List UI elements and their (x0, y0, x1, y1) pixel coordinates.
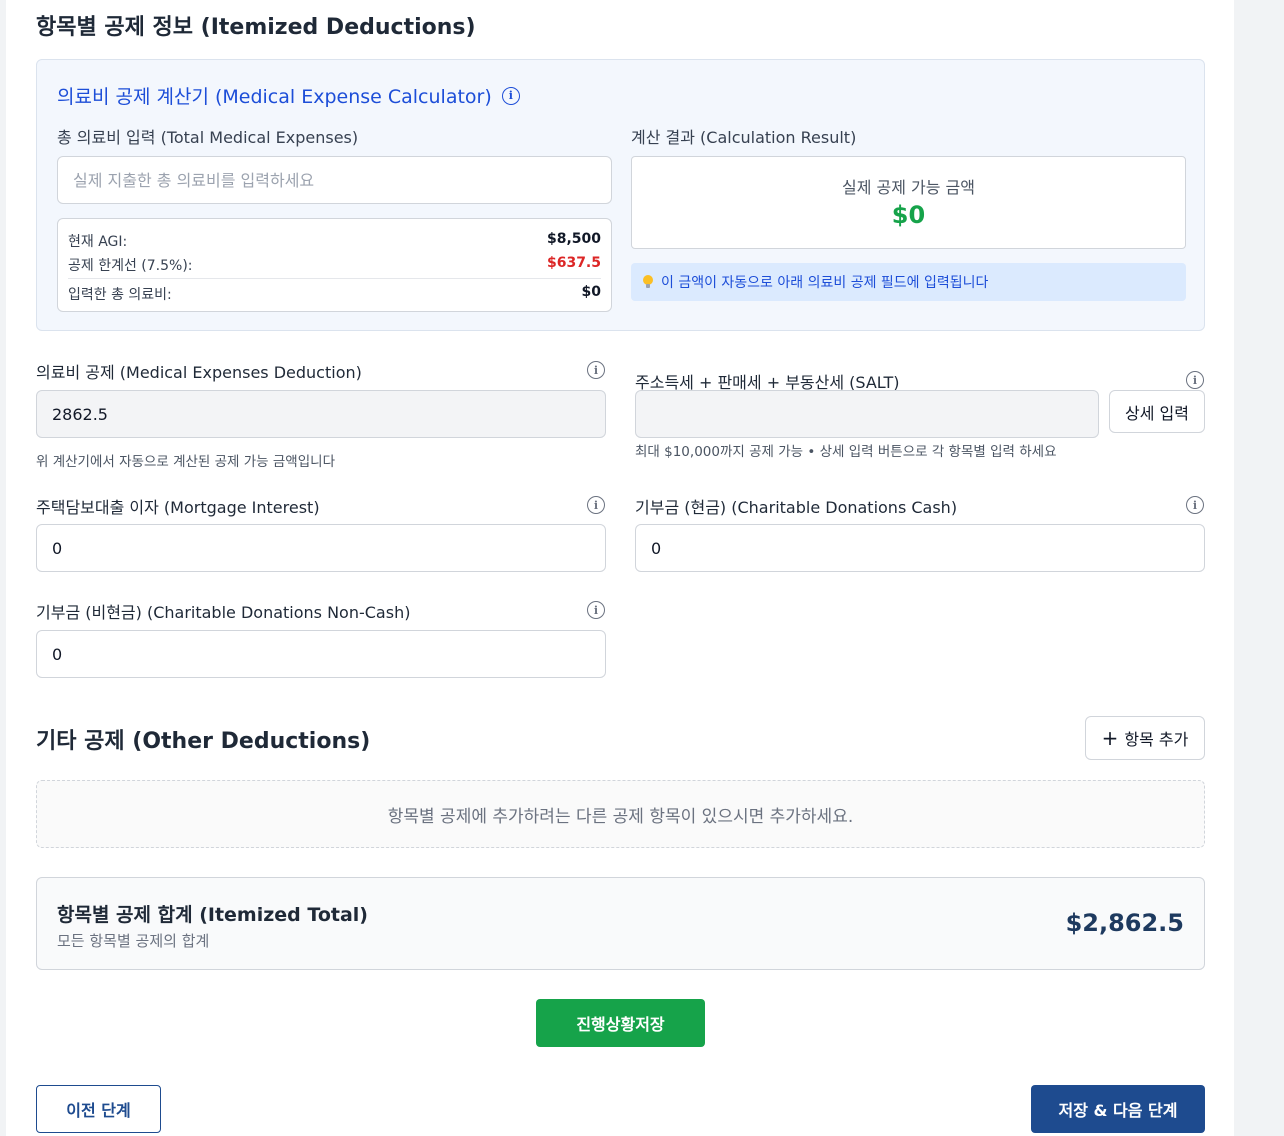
donation-noncash-label: 기부금 (비현금) (Charitable Donations Non-Cash… (36, 603, 411, 622)
total-medical-label: 총 의료비 입력 (Total Medical Expenses) (57, 128, 359, 147)
donation-cash-label: 기부금 (현금) (Charitable Donations Cash) (635, 498, 958, 517)
total-value: $2,862.5 (1065, 909, 1184, 937)
info-icon[interactable]: i (587, 496, 605, 514)
lightbulb-icon (643, 275, 653, 289)
total-title: 항목별 공제 합계 (Itemized Total) (57, 904, 368, 926)
other-deductions-title: 기타 공제 (Other Deductions) (36, 729, 371, 754)
donation-cash-input[interactable]: 0 (635, 524, 1205, 572)
info-icon[interactable]: i (587, 361, 605, 379)
save-next-button[interactable]: 저장 & 다음 단계 (1031, 1085, 1205, 1133)
save-progress-button[interactable]: 진행상황저장 (536, 999, 705, 1047)
salt-input[interactable] (635, 390, 1099, 438)
total-subtitle: 모든 항목별 공제의 합계 (57, 932, 210, 950)
other-deductions-empty: 항목별 공제에 추가하려는 다른 공제 항목이 있으시면 추가하세요. (36, 780, 1205, 848)
calculator-title-text: 의료비 공제 계산기 (Medical Expense Calculator) (57, 86, 492, 108)
calculation-result-card: 실제 공제 가능 금액 $0 (631, 156, 1186, 249)
threshold-value: $637.5 (546, 255, 601, 271)
result-value: $0 (891, 201, 926, 229)
auto-fill-hint: 이 금액이 자동으로 아래 의료비 공제 필드에 입력됩니다 (631, 263, 1186, 301)
entered-row: 입력한 총 의료비: $0 (68, 284, 601, 304)
donation-noncash-input[interactable]: 0 (36, 630, 606, 678)
page-title: 항목별 공제 정보 (Itemized Deductions) (36, 15, 476, 40)
calculation-result-label: 계산 결과 (Calculation Result) (631, 128, 857, 147)
medical-deduction-label: 의료비 공제 (Medical Expenses Deduction) (36, 363, 362, 382)
hint-text: 이 금액이 자동으로 아래 의료비 공제 필드에 입력됩니다 (661, 275, 989, 291)
agi-row: 현재 AGI: $8,500 (68, 231, 601, 251)
mortgage-label: 주택담보대출 이자 (Mortgage Interest) (36, 498, 320, 517)
agi-label: 현재 AGI: (68, 234, 128, 250)
salt-detail-button[interactable]: 상세 입력 (1109, 390, 1205, 433)
info-icon[interactable]: i (501, 86, 520, 105)
mortgage-input[interactable]: 0 (36, 524, 606, 572)
previous-step-button[interactable]: 이전 단계 (36, 1085, 161, 1133)
total-medical-input[interactable] (73, 170, 611, 190)
itemized-deductions-page: 항목별 공제 정보 (Itemized Deductions) 의료비 공제 계… (6, 0, 1234, 1136)
plus-icon: + (1101, 726, 1119, 750)
add-item-label: 항목 추가 (1124, 730, 1189, 749)
agi-value: $8,500 (546, 231, 601, 247)
threshold-row: 공제 한계선 (7.5%): $637.5 (68, 255, 601, 275)
agi-summary: 현재 AGI: $8,500 공제 한계선 (7.5%): $637.5 입력한… (57, 218, 612, 312)
itemized-total-card: 항목별 공제 합계 (Itemized Total) 모든 항목별 공제의 합계… (36, 877, 1205, 970)
info-icon[interactable]: i (587, 601, 605, 619)
entered-value: $0 (581, 284, 601, 300)
add-item-button[interactable]: + 항목 추가 (1085, 716, 1205, 760)
salt-help: 최대 $10,000까지 공제 가능 • 상세 입력 버튼으로 각 항목별 입력… (635, 444, 1057, 460)
medical-deduction-input[interactable]: 2862.5 (36, 390, 606, 438)
info-icon[interactable]: i (1186, 496, 1204, 514)
result-caption: 실제 공제 가능 금액 (841, 178, 976, 197)
entered-label: 입력한 총 의료비: (68, 287, 172, 303)
total-medical-input-wrapper (57, 156, 612, 204)
info-icon[interactable]: i (1186, 371, 1204, 389)
medical-calculator-panel: 의료비 공제 계산기 (Medical Expense Calculator) … (36, 59, 1205, 331)
medical-deduction-help: 위 계산기에서 자동으로 계산된 공제 가능 금액입니다 (36, 454, 335, 470)
threshold-label: 공제 한계선 (7.5%): (68, 258, 193, 274)
calculator-title: 의료비 공제 계산기 (Medical Expense Calculator) … (57, 82, 520, 109)
divider (68, 278, 601, 279)
